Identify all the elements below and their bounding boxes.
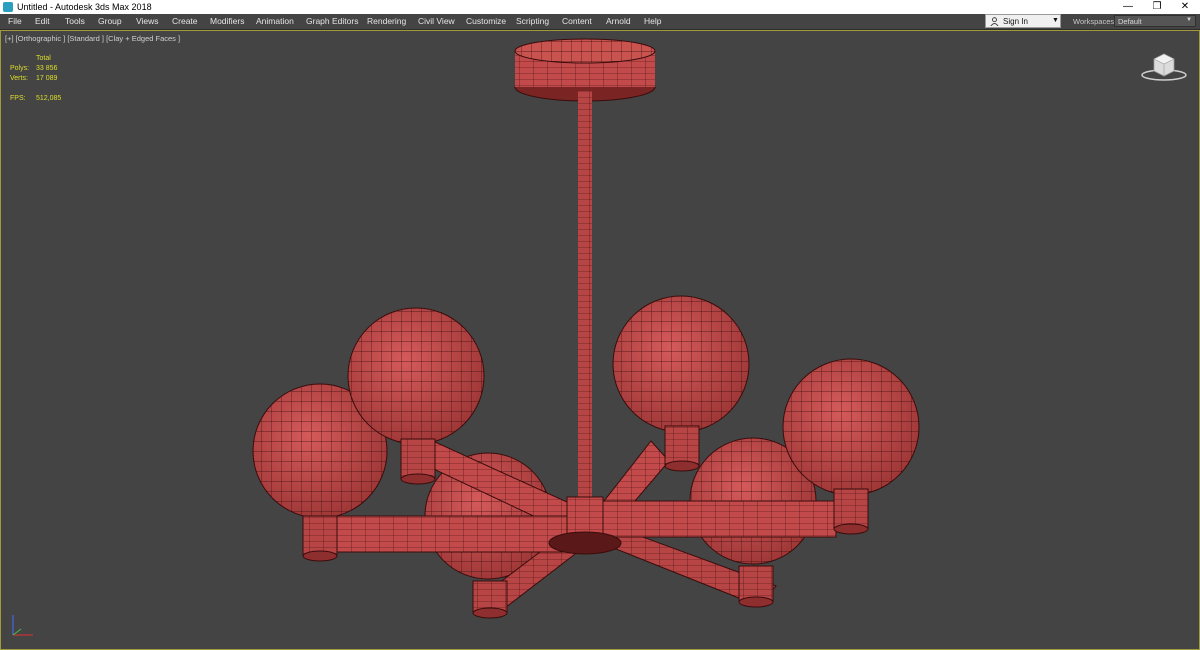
menu-civil-view[interactable]: Civil View xyxy=(418,16,455,26)
viewport[interactable]: [+] [Orthographic ] [Standard ] [Clay + … xyxy=(0,30,1200,650)
menu-views[interactable]: Views xyxy=(136,16,159,26)
menu-arnold[interactable]: Arnold xyxy=(606,16,631,26)
close-button[interactable]: ✕ xyxy=(1170,0,1200,14)
chandelier-model[interactable] xyxy=(1,31,1199,649)
workspaces-value: Default xyxy=(1118,17,1142,26)
menu-customize[interactable]: Customize xyxy=(466,16,506,26)
menu-scripting[interactable]: Scripting xyxy=(516,16,549,26)
app-icon xyxy=(3,2,13,12)
menu-rendering[interactable]: Rendering xyxy=(367,16,406,26)
workspaces-select[interactable]: Default ▼ xyxy=(1114,15,1196,27)
minimize-button[interactable]: — xyxy=(1113,0,1143,14)
menu-tools[interactable]: Tools xyxy=(65,16,85,26)
menu-content[interactable]: Content xyxy=(562,16,592,26)
chevron-down-icon: ▼ xyxy=(1052,17,1059,24)
menu-help[interactable]: Help xyxy=(644,16,661,26)
workspaces-label: Workspaces: xyxy=(1073,17,1117,26)
user-icon xyxy=(990,17,999,26)
menu-group[interactable]: Group xyxy=(98,16,122,26)
chevron-down-icon: ▼ xyxy=(1186,17,1192,23)
menu-create[interactable]: Create xyxy=(172,16,198,26)
menu-graph-editors[interactable]: Graph Editors xyxy=(306,16,358,26)
axis-gizmo-icon xyxy=(12,615,33,636)
maximize-button[interactable]: ❐ xyxy=(1142,0,1172,14)
socket-front-bottom xyxy=(472,580,508,619)
hanging-rod xyxy=(578,91,592,501)
window-title: Untitled - Autodesk 3ds Max 2018 xyxy=(17,2,152,12)
sign-in-dropdown[interactable]: Sign In ▼ xyxy=(985,14,1061,28)
menu-modifiers[interactable]: Modifiers xyxy=(210,16,244,26)
menu-animation[interactable]: Animation xyxy=(256,16,294,26)
menu-edit[interactable]: Edit xyxy=(35,16,50,26)
sign-in-label: Sign In xyxy=(1003,17,1028,26)
menu-file[interactable]: File xyxy=(8,16,22,26)
socket-right-bottom xyxy=(738,565,774,608)
title-bar: Untitled - Autodesk 3ds Max 2018 — ❐ ✕ xyxy=(0,0,1200,14)
